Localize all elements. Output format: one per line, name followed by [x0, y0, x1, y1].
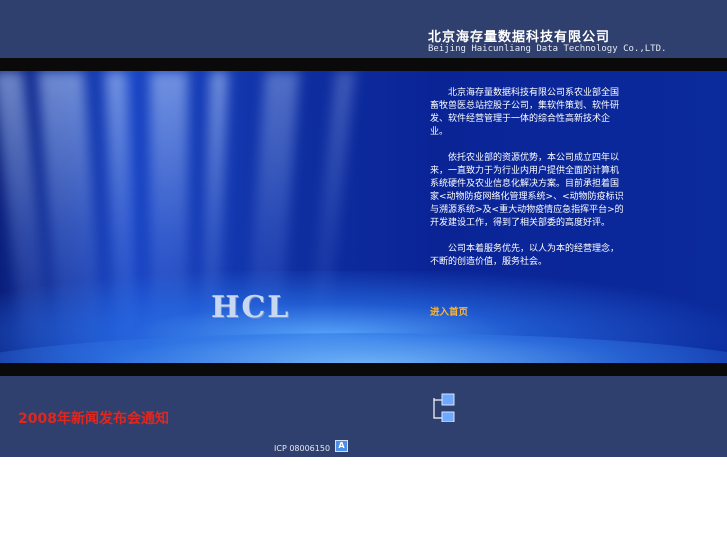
- hero-banner: HCL 北京海存量数据科技有限公司系农业部全国畜牧兽医总站控股子公司，集软件策划…: [0, 71, 727, 363]
- intro-paragraph: 北京海存量数据科技有限公司系农业部全国畜牧兽医总站控股子公司，集软件策划、软件研…: [430, 88, 620, 137]
- intro-paragraph: 依托农业部的资源优势，本公司成立四年以来，一直致力于为行业内用户提供全面的计算机…: [430, 153, 624, 228]
- intro-paragraph: 公司本着服务优先，以人为本的经营理念，不断的创造价值，服务社会。: [430, 244, 620, 267]
- hcl-logo: HCL: [211, 290, 291, 325]
- footer-bar: 2008年新闻发布会通知 ICP 08006150 A: [0, 376, 727, 457]
- company-name-cn: 北京海存量数据科技有限公司: [428, 30, 611, 45]
- sitemap-icon[interactable]: [430, 392, 458, 422]
- icp-number: ICP 08006150: [274, 444, 331, 453]
- divider-band-top: [0, 58, 727, 71]
- enter-homepage-link[interactable]: 进入首页: [430, 304, 468, 318]
- icp-badge-icon[interactable]: A: [335, 440, 348, 452]
- news-conference-link[interactable]: 2008年新闻发布会通知: [18, 408, 169, 428]
- company-intro: 北京海存量数据科技有限公司系农业部全国畜牧兽医总站控股子公司，集软件策划、软件研…: [430, 87, 626, 282]
- divider-band-bottom: [0, 363, 727, 376]
- header-bar: 北京海存量数据科技有限公司 Beijing Haicunliang Data T…: [0, 0, 727, 58]
- company-name-en: Beijing Haicunliang Data Technology Co.,…: [428, 44, 667, 54]
